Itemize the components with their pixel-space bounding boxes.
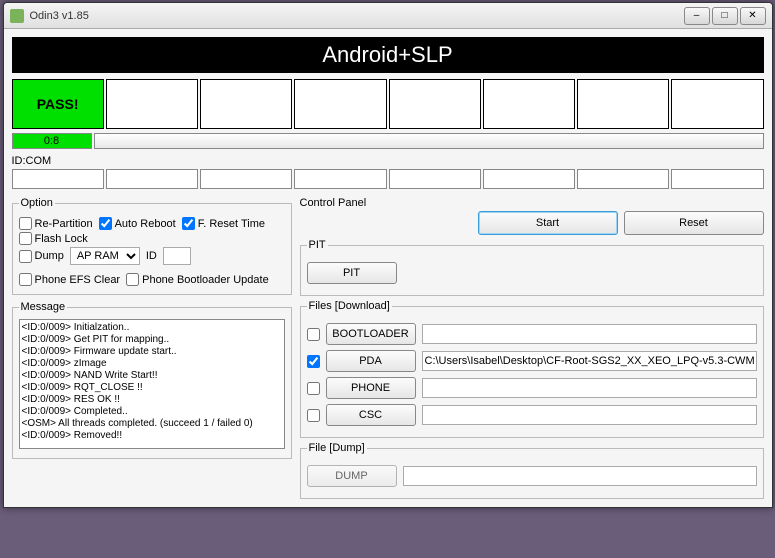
close-button[interactable]: ✕ (740, 7, 766, 25)
phone-path[interactable] (422, 378, 757, 398)
banner-title: Android+SLP (12, 37, 764, 73)
phone-efs-clear-checkbox[interactable]: Phone EFS Clear (19, 273, 121, 286)
files-download-legend: Files [Download] (307, 300, 392, 312)
status-slots: PASS! (12, 79, 764, 129)
control-panel-label: Control Panel (300, 197, 764, 209)
slot-0-status: PASS! (12, 79, 104, 129)
dump-select[interactable]: AP RAM (70, 247, 140, 265)
dump-button[interactable]: DUMP (307, 465, 397, 487)
file-dump-group: File [Dump] DUMP (300, 442, 764, 499)
pda-checkbox[interactable] (307, 355, 320, 368)
f-reset-time-checkbox[interactable]: F. Reset Time (182, 217, 265, 230)
idcom-3[interactable] (294, 169, 386, 189)
csc-button[interactable]: CSC (326, 404, 416, 426)
bootloader-path[interactable] (422, 324, 757, 344)
idcom-6[interactable] (577, 169, 669, 189)
auto-reboot-checkbox[interactable]: Auto Reboot (99, 217, 176, 230)
phone-bootloader-update-checkbox[interactable]: Phone Bootloader Update (126, 273, 269, 286)
idcom-label: ID:COM (12, 155, 764, 167)
slot-3-status (294, 79, 386, 129)
dump-checkbox[interactable]: Dump (19, 250, 64, 263)
idcom-4[interactable] (389, 169, 481, 189)
bootloader-button[interactable]: BOOTLOADER (326, 323, 416, 345)
progress-row: 0:8 (12, 133, 764, 149)
slot-2-status (200, 79, 292, 129)
titlebar[interactable]: Odin3 v1.85 – □ ✕ (4, 3, 772, 29)
pit-button[interactable]: PIT (307, 262, 397, 284)
phone-button[interactable]: PHONE (326, 377, 416, 399)
message-log[interactable] (19, 319, 285, 449)
file-dump-legend: File [Dump] (307, 442, 367, 454)
window-title: Odin3 v1.85 (30, 10, 684, 22)
app-window: Odin3 v1.85 – □ ✕ Android+SLP PASS! 0:8 … (3, 2, 773, 508)
files-download-group: Files [Download] BOOTLOADER PDA PHONE (300, 300, 764, 438)
option-legend: Option (19, 197, 55, 209)
app-icon (10, 9, 24, 23)
idcom-2[interactable] (200, 169, 292, 189)
phone-checkbox[interactable] (307, 382, 320, 395)
idcom-1[interactable] (106, 169, 198, 189)
idcom-7[interactable] (671, 169, 763, 189)
slot-4-status (389, 79, 481, 129)
start-button[interactable]: Start (478, 211, 618, 235)
slot-6-status (577, 79, 669, 129)
idcom-5[interactable] (483, 169, 575, 189)
csc-checkbox[interactable] (307, 409, 320, 422)
pit-legend: PIT (307, 239, 328, 251)
slot-7-status (671, 79, 763, 129)
pit-group: PIT PIT (300, 239, 764, 296)
pda-button[interactable]: PDA (326, 350, 416, 372)
re-partition-checkbox[interactable]: Re-Partition (19, 217, 93, 230)
reset-button[interactable]: Reset (624, 211, 764, 235)
id-label: ID (146, 250, 157, 262)
minimize-button[interactable]: – (684, 7, 710, 25)
csc-path[interactable] (422, 405, 757, 425)
dump-path[interactable] (403, 466, 757, 486)
slot-1-status (106, 79, 198, 129)
message-group: Message (12, 301, 292, 459)
progress-bar-rest (94, 133, 764, 149)
maximize-button[interactable]: □ (712, 7, 738, 25)
option-group: Option Re-Partition Auto Reboot F. Reset… (12, 197, 292, 295)
message-legend: Message (19, 301, 68, 313)
slot-5-status (483, 79, 575, 129)
id-input[interactable] (163, 247, 191, 265)
slot-0-progress: 0:8 (12, 133, 92, 149)
idcom-0[interactable] (12, 169, 104, 189)
bootloader-checkbox[interactable] (307, 328, 320, 341)
flash-lock-checkbox[interactable]: Flash Lock (19, 232, 88, 245)
pda-path[interactable] (422, 351, 757, 371)
